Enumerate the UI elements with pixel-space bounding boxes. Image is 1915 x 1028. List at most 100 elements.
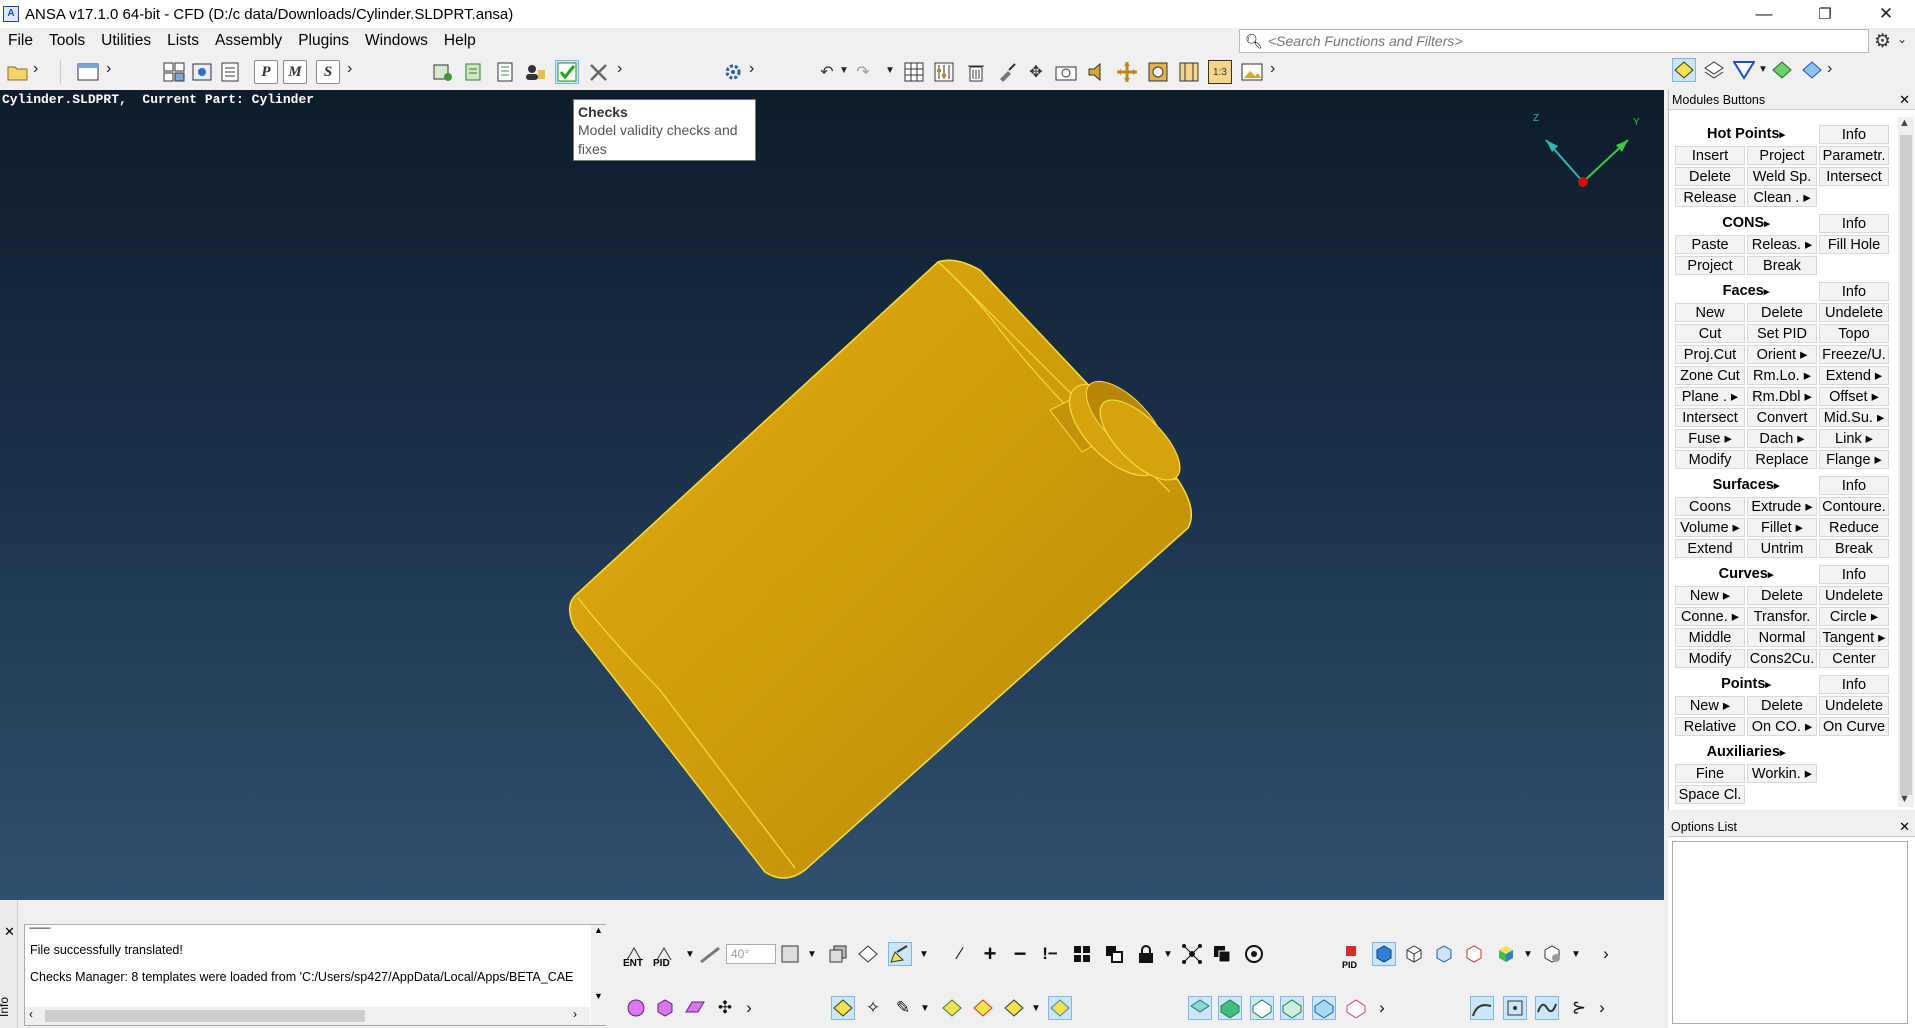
chevron-right-icon[interactable]: › bbox=[1590, 996, 1614, 1020]
image-icon[interactable] bbox=[1240, 60, 1264, 84]
menu-plugins[interactable]: Plugins bbox=[290, 28, 357, 54]
module-section-title[interactable]: Faces▸ bbox=[1675, 282, 1817, 301]
feature-angle-input[interactable]: 40° bbox=[726, 944, 776, 964]
expand-arrow-icon[interactable]: ▸ bbox=[1774, 480, 1780, 492]
stack-icon[interactable] bbox=[1102, 942, 1126, 966]
brush-icon[interactable] bbox=[995, 60, 1019, 84]
chevron-right-icon[interactable]: › bbox=[1270, 60, 1275, 78]
module-button[interactable]: Break bbox=[1819, 539, 1889, 558]
module-button[interactable]: Relative bbox=[1675, 717, 1745, 736]
close-icon[interactable]: ✕ bbox=[1899, 90, 1910, 110]
module-button[interactable]: New ▸ bbox=[1675, 696, 1745, 715]
grid-view-icon[interactable] bbox=[162, 60, 186, 84]
cylinder-model[interactable] bbox=[569, 259, 1193, 879]
module-info-button[interactable]: Info bbox=[1819, 675, 1889, 694]
module-button[interactable]: Contoure. bbox=[1819, 497, 1889, 516]
options-list[interactable] bbox=[1672, 841, 1908, 1024]
module-info-button[interactable]: Info bbox=[1819, 125, 1889, 144]
caret-down-icon[interactable]: ▼ bbox=[1564, 942, 1588, 966]
log-horizontal-scrollbar[interactable]: ‹ › bbox=[25, 1007, 590, 1025]
face-red-icon[interactable] bbox=[971, 996, 995, 1020]
module-button[interactable]: Space Cl. bbox=[1675, 785, 1745, 804]
measure-icon[interactable] bbox=[1177, 60, 1201, 84]
module-button[interactable]: Weld Sp. bbox=[1747, 167, 1817, 186]
menu-assembly[interactable]: Assembly bbox=[207, 28, 290, 54]
module-section-title[interactable]: CONS▸ bbox=[1675, 214, 1817, 233]
face-select-icon[interactable] bbox=[831, 996, 855, 1020]
minimize-button[interactable]: — bbox=[1736, 0, 1792, 28]
tools-icon[interactable] bbox=[587, 60, 611, 84]
face-green-icon[interactable] bbox=[940, 996, 964, 1020]
move-icon[interactable]: ✥ bbox=[1024, 60, 1048, 84]
s-button[interactable]: S bbox=[316, 60, 340, 84]
chevron-right-icon[interactable]: › bbox=[617, 60, 622, 78]
module-section-title[interactable]: Points▸ bbox=[1675, 675, 1817, 694]
module-button[interactable]: Modify bbox=[1675, 649, 1745, 668]
chevron-right-icon[interactable]: › bbox=[1594, 942, 1618, 966]
module-button[interactable]: Tangent ▸ bbox=[1819, 628, 1889, 647]
caret-down-icon[interactable]: ▼ bbox=[800, 942, 824, 966]
menu-lists[interactable]: Lists bbox=[159, 28, 207, 54]
module-button[interactable]: Plane . ▸ bbox=[1675, 387, 1745, 406]
curve-tool-icon[interactable] bbox=[1470, 996, 1494, 1020]
mesh-icon[interactable] bbox=[1770, 58, 1794, 82]
settings-icon[interactable] bbox=[721, 60, 745, 84]
close-window-button[interactable]: ✕ bbox=[1858, 0, 1914, 28]
module-button[interactable]: Modify bbox=[1675, 450, 1745, 469]
gear-icon[interactable]: ⚙ bbox=[1874, 30, 1891, 53]
expand-arrow-icon[interactable]: ▸ bbox=[1768, 569, 1774, 581]
module-button[interactable]: Offset ▸ bbox=[1819, 387, 1889, 406]
chevron-right-icon[interactable]: › bbox=[749, 60, 754, 78]
sliders-icon[interactable] bbox=[932, 60, 956, 84]
module-button[interactable]: Volume ▸ bbox=[1675, 518, 1745, 537]
module-button[interactable]: Extend ▸ bbox=[1819, 366, 1889, 385]
section-icon[interactable]: ⊱ bbox=[1567, 996, 1591, 1020]
gear-cube-icon[interactable] bbox=[1540, 942, 1564, 966]
modules-scrollbar[interactable]: ▲ ▼ bbox=[1898, 117, 1914, 807]
redo-icon[interactable]: ↷ bbox=[851, 60, 875, 84]
mesh-volume-icon[interactable] bbox=[1312, 996, 1336, 1020]
module-button[interactable]: Reduce bbox=[1819, 518, 1889, 537]
model-browser-icon[interactable] bbox=[190, 60, 214, 84]
open-folder-icon[interactable] bbox=[6, 60, 30, 84]
caret-down-icon[interactable]: ▼ bbox=[1516, 942, 1540, 966]
module-button[interactable]: Cons2Cu. bbox=[1747, 649, 1817, 668]
solid-icon[interactable] bbox=[653, 996, 677, 1020]
scroll-down-icon[interactable]: ▼ bbox=[1899, 793, 1910, 805]
module-button[interactable]: Cut bbox=[1675, 324, 1745, 343]
module-button[interactable]: Dach ▸ bbox=[1747, 429, 1817, 448]
module-button[interactable]: Undelete bbox=[1819, 696, 1889, 715]
lock-icon[interactable] bbox=[1134, 942, 1158, 966]
menu-windows[interactable]: Windows bbox=[357, 28, 436, 54]
color-cube-icon[interactable] bbox=[1494, 942, 1518, 966]
restore-button[interactable]: ❐ bbox=[1797, 0, 1853, 28]
3d-viewport[interactable]: Z Y Cylinder.SLDPRT, Current Part: Cylin… bbox=[0, 90, 1664, 900]
module-info-button[interactable]: Info bbox=[1819, 565, 1889, 584]
module-button[interactable]: Project bbox=[1675, 256, 1745, 275]
module-button[interactable]: Intersect bbox=[1819, 167, 1889, 186]
module-info-button[interactable]: Info bbox=[1819, 282, 1889, 301]
camera-icon[interactable] bbox=[1054, 60, 1078, 84]
faces-module-icon[interactable] bbox=[1672, 58, 1696, 82]
module-button[interactable]: Delete bbox=[1675, 167, 1745, 186]
module-button[interactable]: Extend bbox=[1675, 539, 1745, 558]
module-button[interactable]: On CO. ▸ bbox=[1747, 717, 1817, 736]
module-button[interactable]: Intersect bbox=[1675, 408, 1745, 427]
module-button[interactable]: Zone Cut bbox=[1675, 366, 1745, 385]
grid-select-icon[interactable] bbox=[1070, 942, 1094, 966]
info-tab-label[interactable]: Info bbox=[0, 997, 11, 1017]
module-button[interactable]: Normal bbox=[1747, 628, 1817, 647]
module-button[interactable]: Delete bbox=[1747, 303, 1817, 322]
filter-icon[interactable] bbox=[1732, 58, 1756, 82]
module-button[interactable]: Rm.Dbl ▸ bbox=[1747, 387, 1817, 406]
module-section-title[interactable]: Hot Points▸ bbox=[1675, 125, 1817, 144]
search-input[interactable] bbox=[1268, 33, 1848, 49]
chevron-right-icon[interactable]: › bbox=[347, 60, 352, 78]
caret-down-icon[interactable]: ▼ bbox=[1758, 64, 1768, 75]
module-button[interactable]: Convert bbox=[1747, 408, 1817, 427]
module-button[interactable]: Link ▸ bbox=[1819, 429, 1889, 448]
module-button[interactable]: Fuse ▸ bbox=[1675, 429, 1745, 448]
line-icon[interactable]: ⁄ bbox=[948, 942, 972, 966]
module-section-title[interactable]: Surfaces▸ bbox=[1675, 476, 1817, 495]
mesh-shell-icon[interactable] bbox=[1280, 996, 1304, 1020]
